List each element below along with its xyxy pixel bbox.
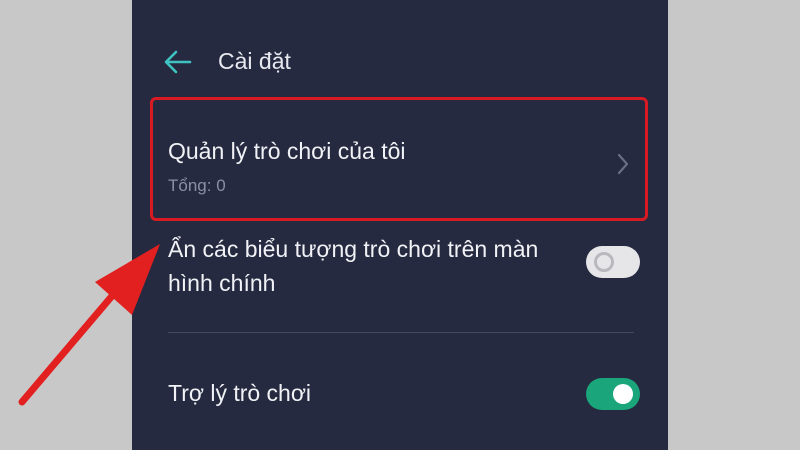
page-title: Cài đặt — [218, 48, 291, 74]
game-assistant-item: Trợ lý trò chơi — [168, 370, 640, 420]
toggle-knob — [594, 252, 614, 272]
divider — [168, 332, 634, 333]
back-button[interactable] — [162, 48, 194, 76]
arrow-left-icon — [164, 50, 192, 74]
hide-game-icons-toggle[interactable] — [586, 246, 640, 278]
game-assistant-toggle[interactable] — [586, 378, 640, 410]
manage-games-label: Quản lý trò chơi của tôi — [168, 138, 406, 164]
hide-game-icons-item: Ẩn các biểu tượng trò chơi trên màn hình… — [168, 228, 640, 308]
game-assistant-label: Trợ lý trò chơi — [168, 380, 312, 406]
hide-game-icons-label: Ẩn các biểu tượng trò chơi trên màn hình… — [168, 236, 539, 296]
chevron-right-icon — [617, 153, 629, 175]
toggle-knob — [613, 384, 633, 404]
manage-games-count: Tổng: 0 — [168, 176, 226, 195]
top-bar: Cài đặt — [132, 38, 668, 88]
settings-screen: Cài đặt Quản lý trò chơi của tôi Tổng: 0… — [132, 0, 668, 450]
manage-games-item[interactable]: Quản lý trò chơi của tôi Tổng: 0 — [152, 98, 648, 222]
